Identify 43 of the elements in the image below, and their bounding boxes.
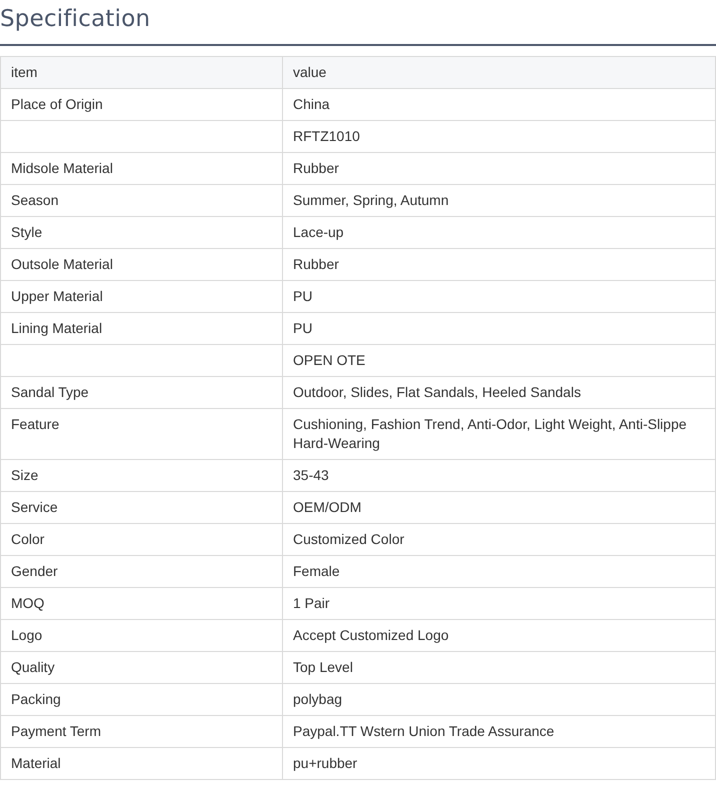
table-cell: Top Level bbox=[282, 652, 716, 684]
table-cell: Customized Color bbox=[282, 524, 716, 556]
table-cell: 35-43 bbox=[282, 460, 716, 492]
table-cell: OPEN OTE bbox=[282, 344, 716, 376]
table-cell: Lace-up bbox=[282, 216, 716, 248]
table-cell: Rubber bbox=[282, 248, 716, 280]
table-cell: Cushioning, Fashion Trend, Anti-Odor, Light Weight, Anti-Slippe Hard-Wearing bbox=[282, 408, 716, 460]
table-cell: Logo bbox=[0, 620, 282, 652]
table-cell: Accept Customized Logo bbox=[282, 620, 716, 652]
table-cell: Gender bbox=[0, 556, 282, 588]
table-cell: Size bbox=[0, 460, 282, 492]
table-cell: pu+rubber bbox=[282, 748, 716, 780]
table-cell: Rubber bbox=[282, 152, 716, 184]
table-cell: Summer, Spring, Autumn bbox=[282, 184, 716, 216]
table-cell: Packing bbox=[0, 684, 282, 716]
table-cell: Lining Material bbox=[0, 312, 282, 344]
table-cell: Upper Material bbox=[0, 280, 282, 312]
table-cell: OEM/ODM bbox=[282, 492, 716, 524]
table-cell: Style bbox=[0, 216, 282, 248]
table-cell: Outdoor, Slides, Flat Sandals, Heeled Sandals bbox=[282, 376, 716, 408]
table-cell: PU bbox=[282, 312, 716, 344]
table-cell: Feature bbox=[0, 408, 282, 460]
table-cell: Quality bbox=[0, 652, 282, 684]
table-cell: Place of Origin bbox=[0, 88, 282, 120]
table-cell: Outsole Material bbox=[0, 248, 282, 280]
table-cell: Color bbox=[0, 524, 282, 556]
table-cell: Service bbox=[0, 492, 282, 524]
table-cell: Material bbox=[0, 748, 282, 780]
column-header: item bbox=[0, 56, 282, 88]
table-cell: Sandal Type bbox=[0, 376, 282, 408]
table-cell: China bbox=[282, 88, 716, 120]
table-cell: PU bbox=[282, 280, 716, 312]
table-cell: Payment Term bbox=[0, 716, 282, 748]
table-cell: polybag bbox=[282, 684, 716, 716]
column-header: value bbox=[282, 56, 716, 88]
table-cell: Paypal.TT Wstern Union Trade Assurance bbox=[282, 716, 716, 748]
table-cell: MOQ bbox=[0, 588, 282, 620]
table-cell: Season bbox=[0, 184, 282, 216]
table-cell: 1 Pair bbox=[282, 588, 716, 620]
table-cell: Female bbox=[282, 556, 716, 588]
table-cell: RFTZ1010 bbox=[282, 120, 716, 152]
table-cell: Midsole Material bbox=[0, 152, 282, 184]
section-title: Specification bbox=[0, 0, 716, 46]
